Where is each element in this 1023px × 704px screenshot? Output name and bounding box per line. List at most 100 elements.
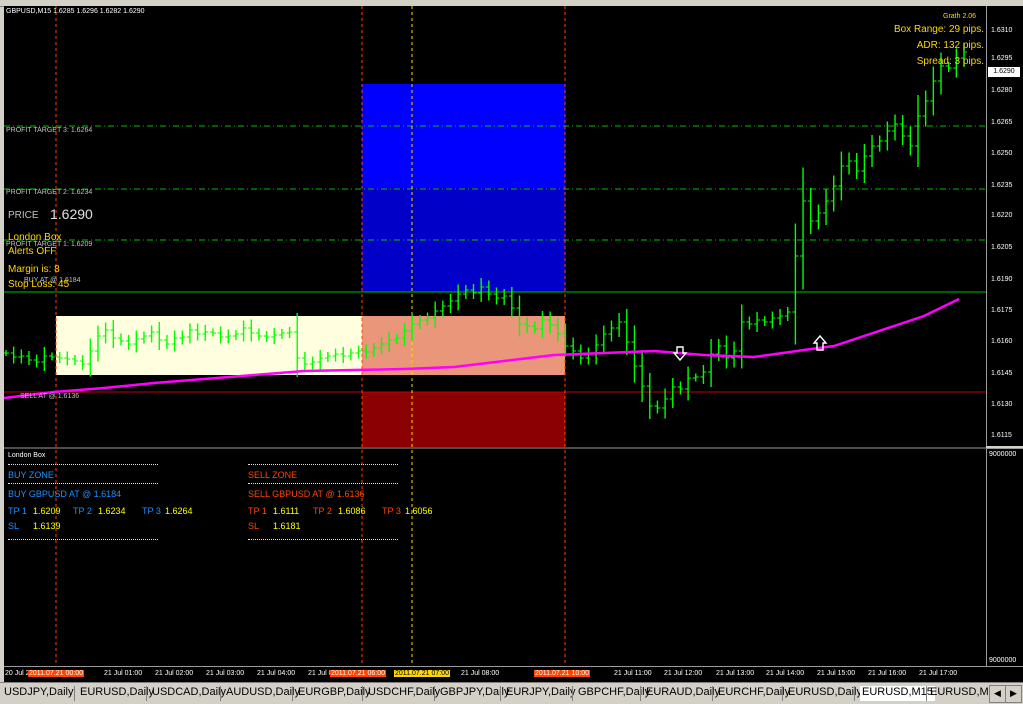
chart-tab[interactable]: USDCAD,Daily: [152, 686, 226, 701]
chart-window[interactable]: GBPUSD,M15 1.6285 1.6296 1.6282 1.6290 G…: [4, 6, 986, 681]
sell-zone-box: [362, 392, 565, 447]
sell-tp3-caption: TP 3: [382, 506, 401, 516]
tab-divider: [712, 686, 713, 701]
time-label: 21 Jul 04:00: [257, 670, 296, 677]
chart-tab[interactable]: EURUSD,Daily: [80, 686, 154, 701]
alerts-status: Alerts OFF: [8, 246, 57, 257]
sell-sl-caption: SL: [248, 521, 260, 531]
price-value: 1.6290: [50, 206, 93, 222]
buy-tp1-caption: TP 1: [8, 506, 27, 516]
price-tick: 1.6310: [991, 27, 1013, 34]
tab-divider: [362, 686, 363, 701]
tab-divider: [782, 686, 783, 701]
buy-tp3-caption: TP 3: [142, 506, 161, 516]
sell-tp1-caption: TP 1: [248, 506, 267, 516]
chart-tab-active[interactable]: EURUSD,M15: [860, 686, 935, 701]
time-label-highlight: 2011.07.21 10:00: [534, 670, 590, 677]
current-price-marker: 1.6290: [988, 67, 1020, 77]
indicator-scale[interactable]: 9000000 9000000: [986, 448, 1023, 671]
price-tick: 1.6295: [991, 55, 1013, 62]
price-tick: 1.6265: [991, 119, 1013, 126]
profit-target-2-label: PROFIT TARGET 2: 1.6234: [6, 189, 93, 196]
time-axis[interactable]: 20 Jul 2011 2011.07.21 00:00 21 Jul 01:0…: [4, 666, 1023, 682]
time-label: 21 Jul 14:00: [766, 670, 805, 677]
price-tick: 1.6160: [991, 338, 1013, 345]
buy-divider-top: [8, 464, 158, 465]
sell-sl-value: 1.6181: [273, 521, 301, 531]
price-tick: 1.6145: [991, 370, 1013, 377]
indicator-name: Grath 2.06: [943, 13, 977, 20]
chart-tab[interactable]: USDJPY,Daily: [4, 686, 74, 701]
time-label: 21 Jul 11:00: [614, 670, 652, 677]
chart-header: GBPUSD,M15 1.6285 1.6296 1.6282 1.6290: [6, 8, 145, 15]
tabs-scroll-left-icon[interactable]: ◀: [989, 685, 1006, 703]
tab-divider: [74, 686, 75, 701]
sell-tp2-caption: TP 2: [313, 506, 332, 516]
chart-tab[interactable]: EURUSD,M1: [930, 686, 995, 701]
tabs-scroll-right-icon[interactable]: ▶: [1005, 685, 1022, 703]
time-label: 21 Jul 01:00: [104, 670, 143, 677]
price-tick: 1.6220: [991, 212, 1013, 219]
buy-divider-bottom: [8, 539, 158, 540]
tab-divider: [500, 686, 501, 701]
chart-tab[interactable]: EURGBP,Daily: [298, 686, 371, 701]
time-label: 21 Jul 13:00: [716, 670, 755, 677]
tab-divider: [926, 686, 927, 701]
time-label: 21 Jul 08:00: [461, 670, 500, 677]
chart-tab[interactable]: USDCHF,Daily: [368, 686, 440, 701]
sell-divider-mid: [248, 483, 398, 484]
panel-title: London Box: [8, 452, 46, 459]
buy-zone-title: BUY ZONE: [8, 470, 54, 480]
time-label: 21 Jul 02:00: [155, 670, 194, 677]
chart-tab[interactable]: EURJPY,Daily: [506, 686, 576, 701]
price-tick: 1.6175: [991, 307, 1013, 314]
london-box-label: London Box: [8, 232, 62, 243]
buy-tp1-value: 1.6209: [33, 506, 61, 516]
spread-label: Spread: 3 pips.: [916, 56, 984, 67]
box-range-label: Box Range: 29 pips.: [893, 24, 984, 35]
time-label: 21 Jul 15:00: [817, 670, 856, 677]
buy-tp2-caption: TP 2: [73, 506, 92, 516]
chart-tab[interactable]: EURAUD,Daily: [646, 686, 720, 701]
time-label-highlight: 2011.07.21 07:00: [394, 670, 450, 677]
chart-tabs-bar: USDJPY,Daily EURUSD,Daily USDCAD,Daily A…: [0, 682, 1023, 704]
indicator-scale-top: 9000000: [989, 451, 1017, 458]
price-tick: 1.6130: [991, 401, 1013, 408]
chart-tab[interactable]: AUDUSD,Daily: [226, 686, 300, 701]
chart-tab[interactable]: EURCHF,Daily: [718, 686, 790, 701]
sell-zone-title: SELL ZONE: [248, 470, 298, 480]
tab-divider: [220, 686, 221, 701]
time-label: 21 Jul 16:00: [868, 670, 907, 677]
chart-tab[interactable]: EURUSD,Daily: [788, 686, 862, 701]
price-tick: 1.6205: [991, 244, 1013, 251]
sell-tp3-value: 1.6056: [405, 506, 433, 516]
time-label: 21 Jul 12:00: [664, 670, 703, 677]
buy-divider-mid: [8, 483, 158, 484]
margin-label: Margin is: 8: [8, 264, 60, 275]
indicator-scale-bottom: 9000000: [989, 657, 1017, 664]
price-tick: 1.6190: [991, 276, 1013, 283]
sell-tp1-value: 1.6111: [273, 506, 300, 516]
price-scale[interactable]: 1.6310 1.6295 1.6280 1.6265 1.6250 1.623…: [986, 6, 1023, 446]
sell-divider-top: [248, 464, 398, 465]
price-chart[interactable]: [4, 6, 986, 681]
tab-divider: [434, 686, 435, 701]
time-label-highlight: 2011.07.21 00:00: [28, 670, 84, 677]
tab-divider: [640, 686, 641, 701]
time-label: 21 Jul 03:00: [206, 670, 245, 677]
tab-divider: [146, 686, 147, 701]
buy-tp2-value: 1.6234: [98, 506, 126, 516]
adr-label: ADR: 132 pips.: [916, 40, 984, 51]
profit-target-3-label: PROFIT TARGET 3: 1.6264: [6, 127, 93, 134]
tab-divider: [854, 686, 855, 701]
buy-tp3-value: 1.6264: [165, 506, 193, 516]
tab-divider: [572, 686, 573, 701]
time-label-highlight: 2011.07.21 06:00: [330, 670, 386, 677]
asian-range-box: [56, 316, 362, 375]
sell-tp2-value: 1.6086: [338, 506, 366, 516]
time-label: 21 Jul 17:00: [919, 670, 958, 677]
sell-at-label: SELL AT @ 1.6136: [20, 393, 80, 400]
price-caption: PRICE: [8, 210, 39, 221]
sell-divider-bottom: [248, 539, 398, 540]
buy-sl-caption: SL: [8, 521, 20, 531]
